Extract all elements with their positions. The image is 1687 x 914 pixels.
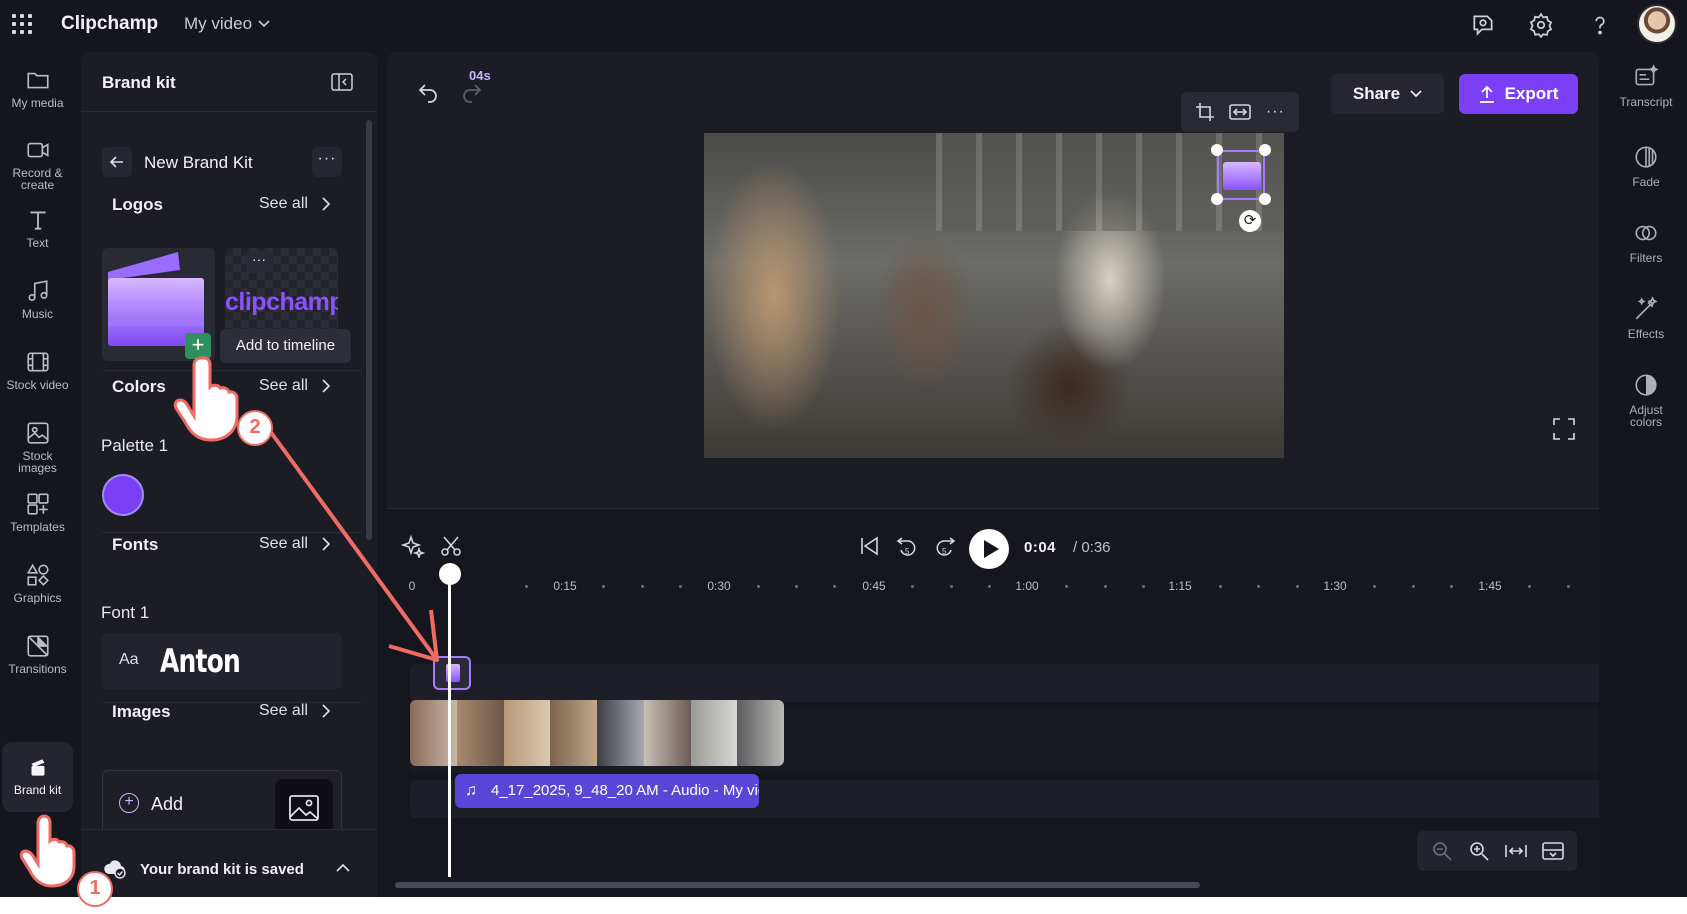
pointer-hand-icon xyxy=(19,814,76,888)
annotation-overlay xyxy=(19,356,439,888)
annotation-arrow xyxy=(260,418,439,662)
step-badge-1: 1 xyxy=(77,871,113,907)
pointer-hand-icon xyxy=(173,356,239,442)
step-badge-2: 2 xyxy=(237,410,273,446)
